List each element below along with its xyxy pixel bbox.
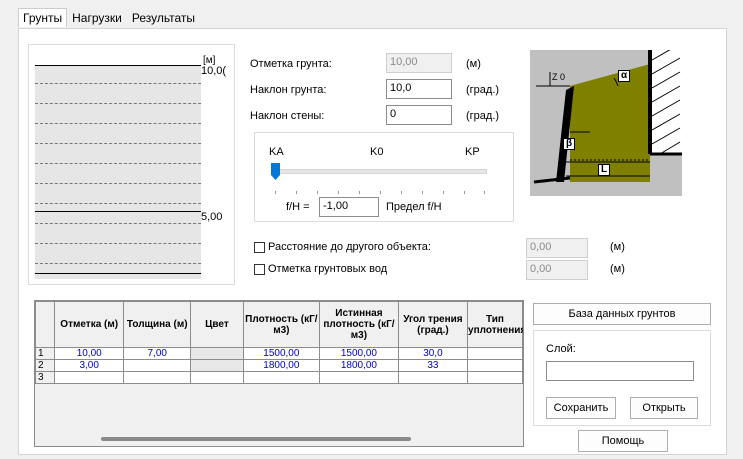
retaining-wall-diagram: Z 0 α β L [530,43,682,196]
grid-line [35,103,201,104]
ka-label: KA [269,146,284,158]
grid-line [35,243,201,244]
groundwater-unit: (м) [610,263,625,275]
depth-mid-label: 5,00 [201,211,223,223]
cell-true-density[interactable] [319,371,399,384]
cell-color[interactable] [190,371,244,384]
column-header-mark[interactable]: Отметка (м) [54,301,125,348]
wall-slope-unit: (град.) [466,110,500,122]
cell-density[interactable]: 1800,00 [242,359,321,372]
grid-line [35,123,201,124]
table-row[interactable]: 2 3,00 1800,00 1800,00 33 [35,359,523,372]
cell-true-density[interactable]: 1800,00 [319,359,399,372]
cell-compaction-type[interactable] [467,359,523,372]
column-header-true-density[interactable]: Истинная плотность (кГ/м3) [319,301,399,348]
slider-ticks [275,185,485,194]
fh-limit-label: Предел f/H [386,201,442,213]
wall-slope-input[interactable]: 0 [386,105,452,125]
pressure-slider-thumb[interactable] [271,163,280,180]
cell-thickness[interactable] [123,359,192,372]
row-number[interactable]: 2 [35,359,56,372]
row-number[interactable]: 1 [35,347,56,360]
tab-loads[interactable]: Нагрузки [67,8,127,27]
cell-friction-angle[interactable]: 33 [397,359,469,372]
column-header-friction-angle[interactable]: Угол трения (град.) [397,301,469,348]
column-header-compaction-type[interactable]: Тип уплотнения [467,301,523,348]
cell-thickness[interactable]: 7,00 [123,347,192,360]
cell-compaction-type[interactable] [467,371,523,384]
table-corner-header [35,301,56,348]
grid-line [35,163,201,164]
ground-surface-line [35,65,201,66]
soil-profile-canvas [35,65,201,279]
grid-line [35,143,201,144]
save-button[interactable]: Сохранить [546,397,616,419]
distance-input[interactable]: 0,00 [526,238,588,258]
distance-label: Расстояние до другого объекта: [268,241,431,253]
kp-label: KP [465,146,480,158]
cell-color[interactable] [190,347,244,360]
layer-boundary-line [35,273,201,274]
pressure-slider-track[interactable] [275,169,487,174]
tab-bar: Грунты Нагрузки Результаты [18,8,200,28]
l-label: L [598,164,611,176]
table-row[interactable]: 3 [35,371,523,384]
alpha-label: α [618,70,631,82]
column-header-thickness[interactable]: Толщина (м) [123,301,192,348]
layer-input[interactable] [546,361,694,381]
layer-label: Слой: [546,343,576,355]
groundwater-checkbox[interactable] [254,264,265,275]
table-row[interactable]: 1 10,00 7,00 1500,00 1500,00 30,0 [35,347,523,360]
cell-density[interactable]: 1500,00 [242,347,321,360]
column-header-density[interactable]: Плотность (кГ/м3) [242,301,321,348]
groundwater-input[interactable]: 0,00 [526,260,588,280]
ground-mark-label: Отметка грунта: [250,58,332,70]
beta-label: β [563,138,576,150]
wall-slope-label: Наклон стены: [250,110,325,122]
layer-boundary-line [35,211,201,212]
ground-mark-unit: (м) [466,58,481,70]
layer-group: Слой: Сохранить Открыть [533,330,711,426]
column-header-color[interactable]: Цвет [190,301,244,348]
grid-line [35,203,201,204]
groundwater-label: Отметка грунтовых вод [268,263,388,275]
cell-mark[interactable]: 3,00 [54,359,125,372]
tab-soils[interactable]: Грунты [18,8,68,27]
cell-density[interactable] [242,371,321,384]
ground-slope-label: Наклон грунта: [250,84,327,96]
depth-top-label: 10,0( [201,65,227,77]
cell-friction-angle[interactable]: 30,0 [397,347,469,360]
cell-mark[interactable]: 10,00 [54,347,125,360]
fh-label: f/H = [286,201,310,213]
ground-mark-input[interactable]: 10,00 [386,53,452,73]
distance-checkbox[interactable] [254,242,265,253]
soil-profile-group: [м] 10,0( 5,00 [28,44,235,285]
cell-color[interactable] [190,359,244,372]
open-button[interactable]: Открыть [630,397,698,419]
k0-label: K0 [370,146,384,158]
grid-line [35,263,201,264]
ground-slope-unit: (град.) [466,84,500,96]
ground-slope-input[interactable]: 10,0 [386,79,452,99]
distance-unit: (м) [610,241,625,253]
fh-input[interactable]: -1,00 [319,197,379,217]
cell-compaction-type[interactable] [467,347,523,360]
grid-line [35,223,201,224]
soil-table[interactable]: Отметка (м) Толщина (м) Цвет Плотность (… [34,300,524,447]
row-number[interactable]: 3 [35,371,56,384]
cell-mark[interactable] [54,371,125,384]
cell-true-density[interactable]: 1500,00 [319,347,399,360]
cell-friction-angle[interactable] [397,371,469,384]
tab-results[interactable]: Результаты [127,8,200,27]
earth-pressure-group: KA K0 KP f/H = -1,00 Предел f/H [254,132,514,222]
z0-label: Z 0 [552,72,566,82]
soil-database-button[interactable]: База данных грунтов [533,303,711,325]
grid-line [35,183,201,184]
cell-thickness[interactable] [123,371,192,384]
help-button[interactable]: Помощь [578,430,668,452]
horizontal-scrollbar-thumb[interactable] [101,437,411,441]
grid-line [35,83,201,84]
